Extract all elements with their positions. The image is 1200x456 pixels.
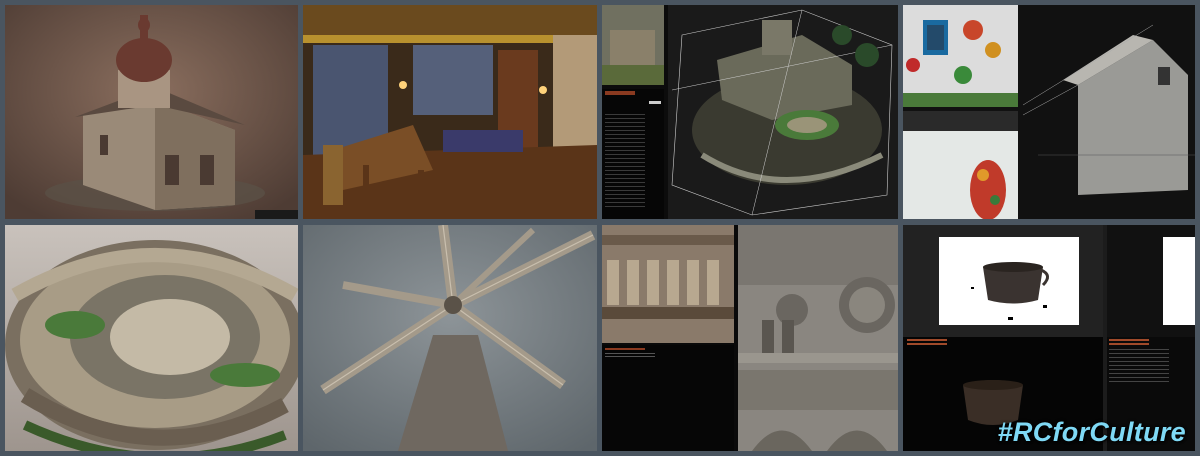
log-line (605, 194, 645, 195)
log-line (605, 186, 645, 187)
log-line (605, 130, 645, 131)
log-panel-button (649, 101, 661, 104)
log-line (605, 114, 645, 115)
amphitheater-image (5, 225, 298, 451)
log-line (605, 158, 645, 159)
log-line (605, 138, 645, 139)
log-line (605, 353, 655, 354)
palace-interior-image (303, 5, 597, 219)
log-line (605, 178, 645, 179)
log-line (605, 126, 645, 127)
log-line (605, 198, 645, 199)
log-line (605, 134, 645, 135)
log-line (605, 182, 645, 183)
log-line (605, 356, 655, 357)
log-panel (602, 345, 734, 451)
log-line (605, 150, 645, 151)
log-line (605, 154, 645, 155)
log-panel-title (605, 348, 645, 350)
log-line (605, 174, 645, 175)
log-line (605, 118, 645, 119)
log-panel (602, 89, 664, 219)
log-line (605, 162, 645, 163)
windmill-image (303, 225, 597, 451)
hashtag-label: #RCforCulture (997, 417, 1186, 447)
log-line (605, 206, 645, 207)
log-line (605, 122, 645, 123)
log-line (605, 166, 645, 167)
painted-house-image (903, 5, 1195, 219)
log-line (605, 202, 645, 203)
log-line (605, 142, 645, 143)
log-line (605, 170, 645, 171)
castle-point-cloud-image (602, 5, 898, 219)
log-line (605, 146, 645, 147)
log-panel-title (605, 91, 635, 95)
cathedral-facade-image (602, 225, 898, 451)
log-line (605, 190, 645, 191)
church-model-image (5, 5, 298, 219)
